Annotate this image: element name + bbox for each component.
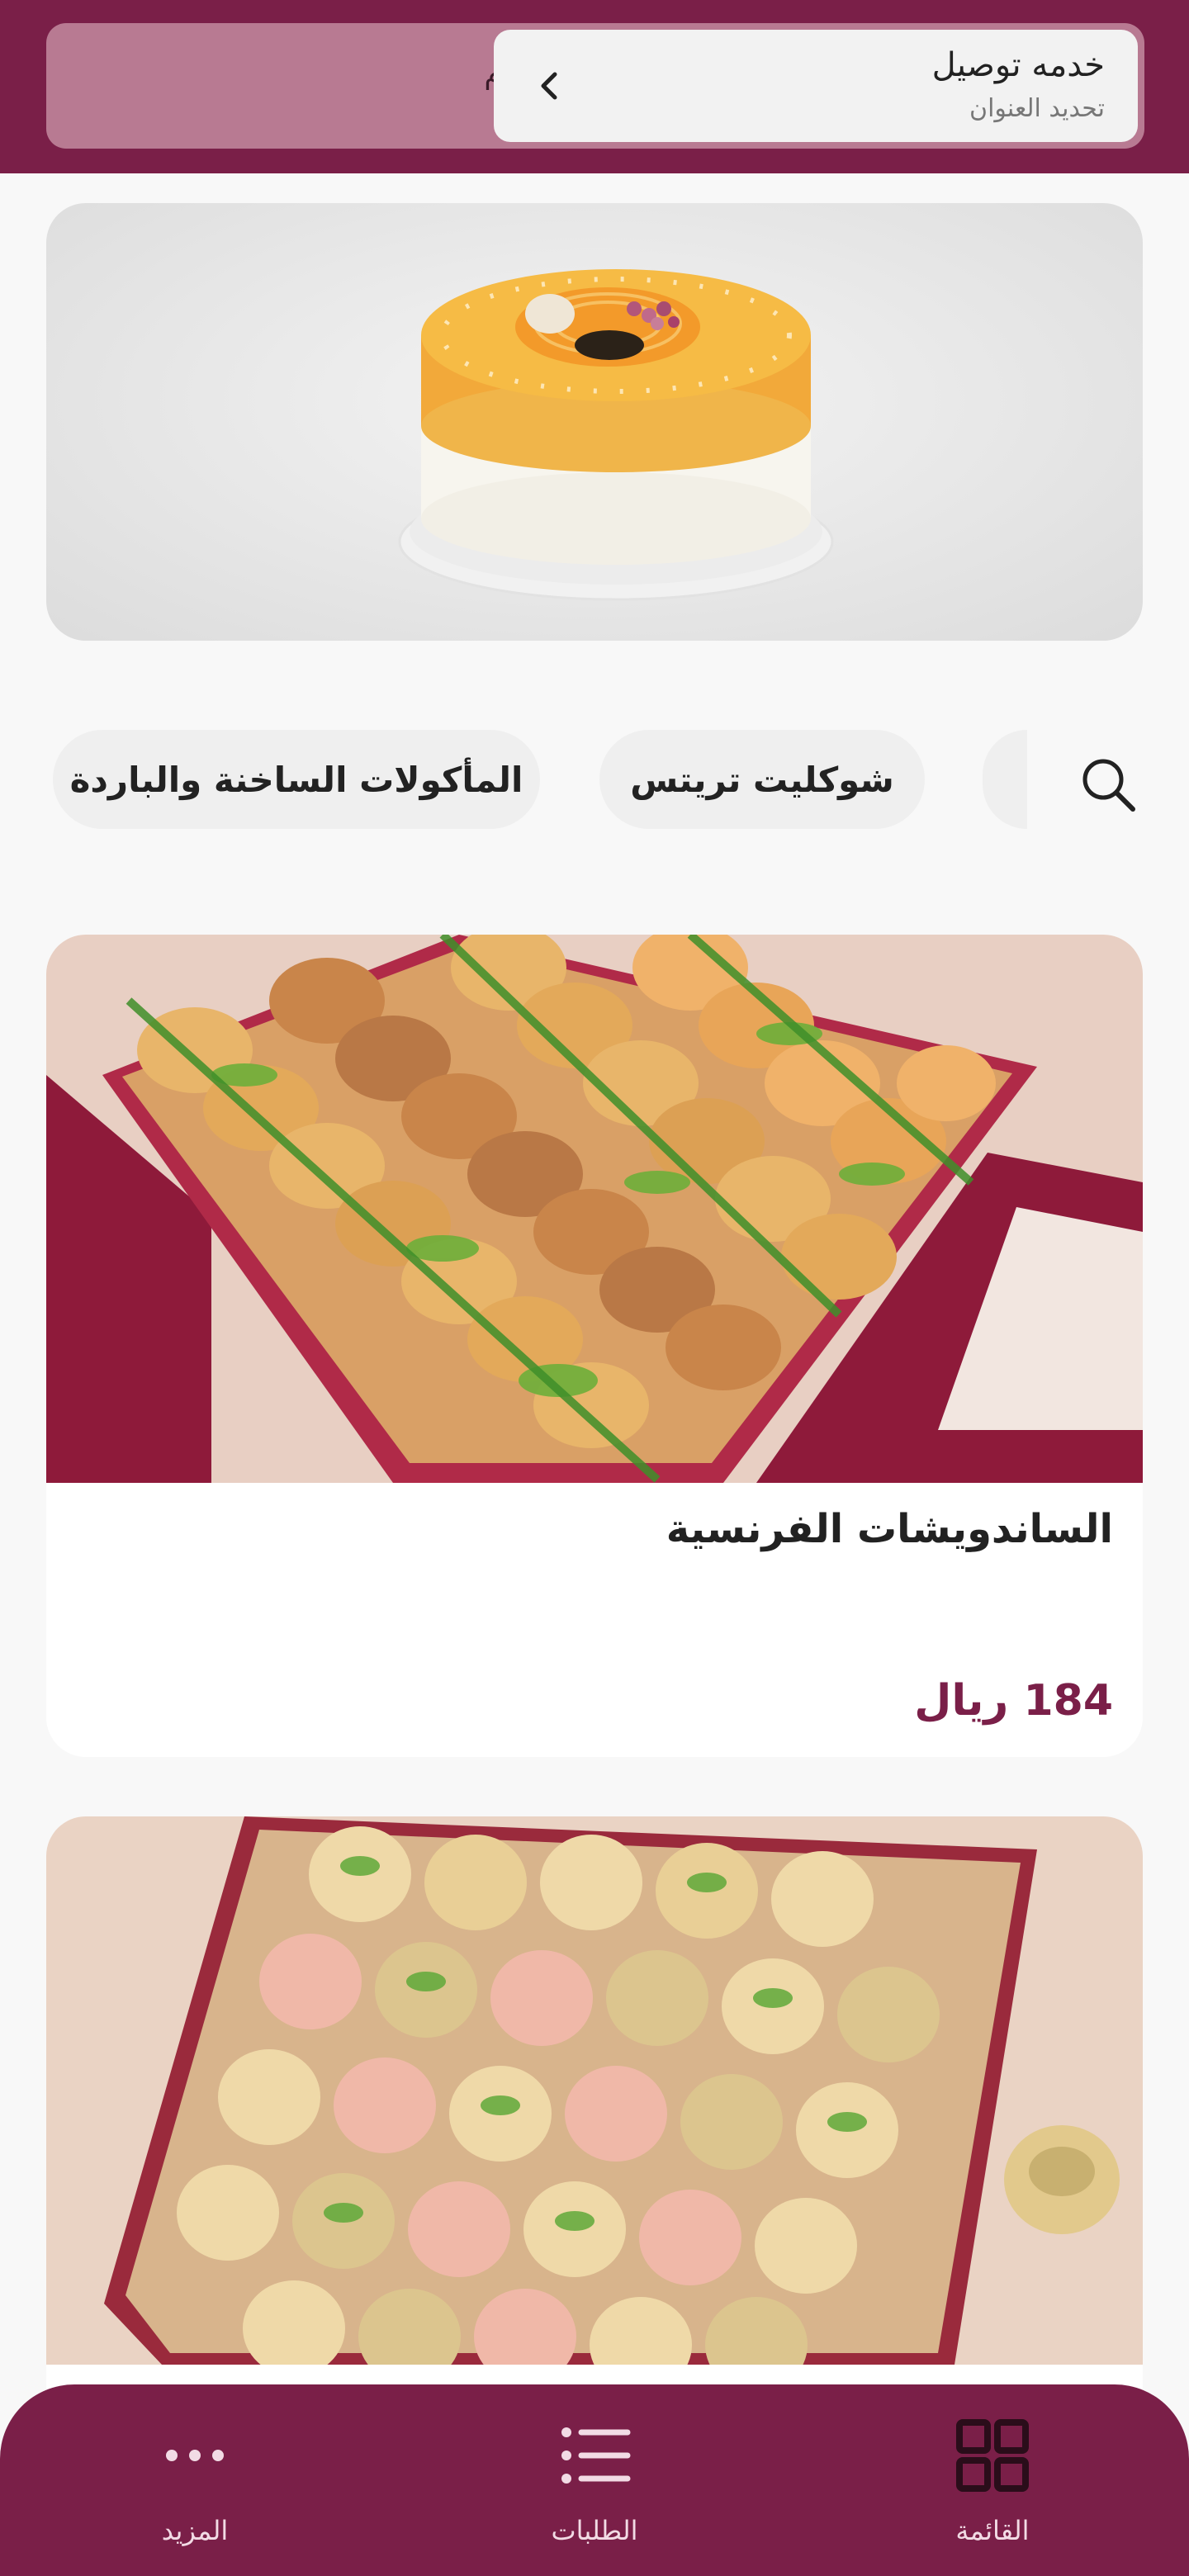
product-price: 184 ريال xyxy=(914,1676,1113,1726)
nav-label-menu: القائمة xyxy=(955,2515,1030,2546)
product-name: الساندويشات الفرنسية xyxy=(666,1506,1113,1552)
delivery-option[interactable]: خدمه توصيل تحديد العنوان xyxy=(494,30,1138,142)
bottom-navigation: القائمة الطلبات المزيد xyxy=(0,2384,1189,2576)
hero-banner[interactable] xyxy=(46,203,1143,641)
product-card[interactable]: الساندويشات الفرنسية 184 ريال xyxy=(46,935,1143,1757)
nav-item-menu[interactable]: القائمة xyxy=(885,2384,1100,2576)
product-image xyxy=(46,1816,1143,2365)
list-icon xyxy=(561,2427,631,2484)
order-mode-switch: استلام خدمه توصيل تحديد العنوان xyxy=(46,23,1144,149)
search-icon[interactable] xyxy=(1073,750,1143,819)
app-screen: استلام خدمه توصيل تحديد العنوان xyxy=(0,0,1189,2576)
category-chip-hot-cold-food[interactable]: المأكولات الساخنة والباردة xyxy=(53,730,540,829)
nav-item-orders[interactable]: الطلبات xyxy=(487,2384,702,2576)
nav-label-orders: الطلبات xyxy=(551,2515,638,2546)
more-icon xyxy=(166,2450,224,2461)
chevron-left-icon[interactable] xyxy=(527,63,573,109)
select-address-label: تحديد العنوان xyxy=(969,94,1105,123)
grid-icon xyxy=(956,2419,1029,2492)
category-chip-partial[interactable] xyxy=(983,730,1027,829)
cake-banner-image xyxy=(398,269,834,601)
nav-label-more: المزيد xyxy=(161,2515,229,2546)
category-chip-chocolate-treats[interactable]: شوكليت تريتس xyxy=(599,730,925,829)
header-bar: استلام خدمه توصيل تحديد العنوان xyxy=(0,0,1189,173)
delivery-title: خدمه توصيل xyxy=(931,46,1105,84)
nav-item-more[interactable]: المزيد xyxy=(88,2384,302,2576)
product-image xyxy=(46,935,1143,1483)
